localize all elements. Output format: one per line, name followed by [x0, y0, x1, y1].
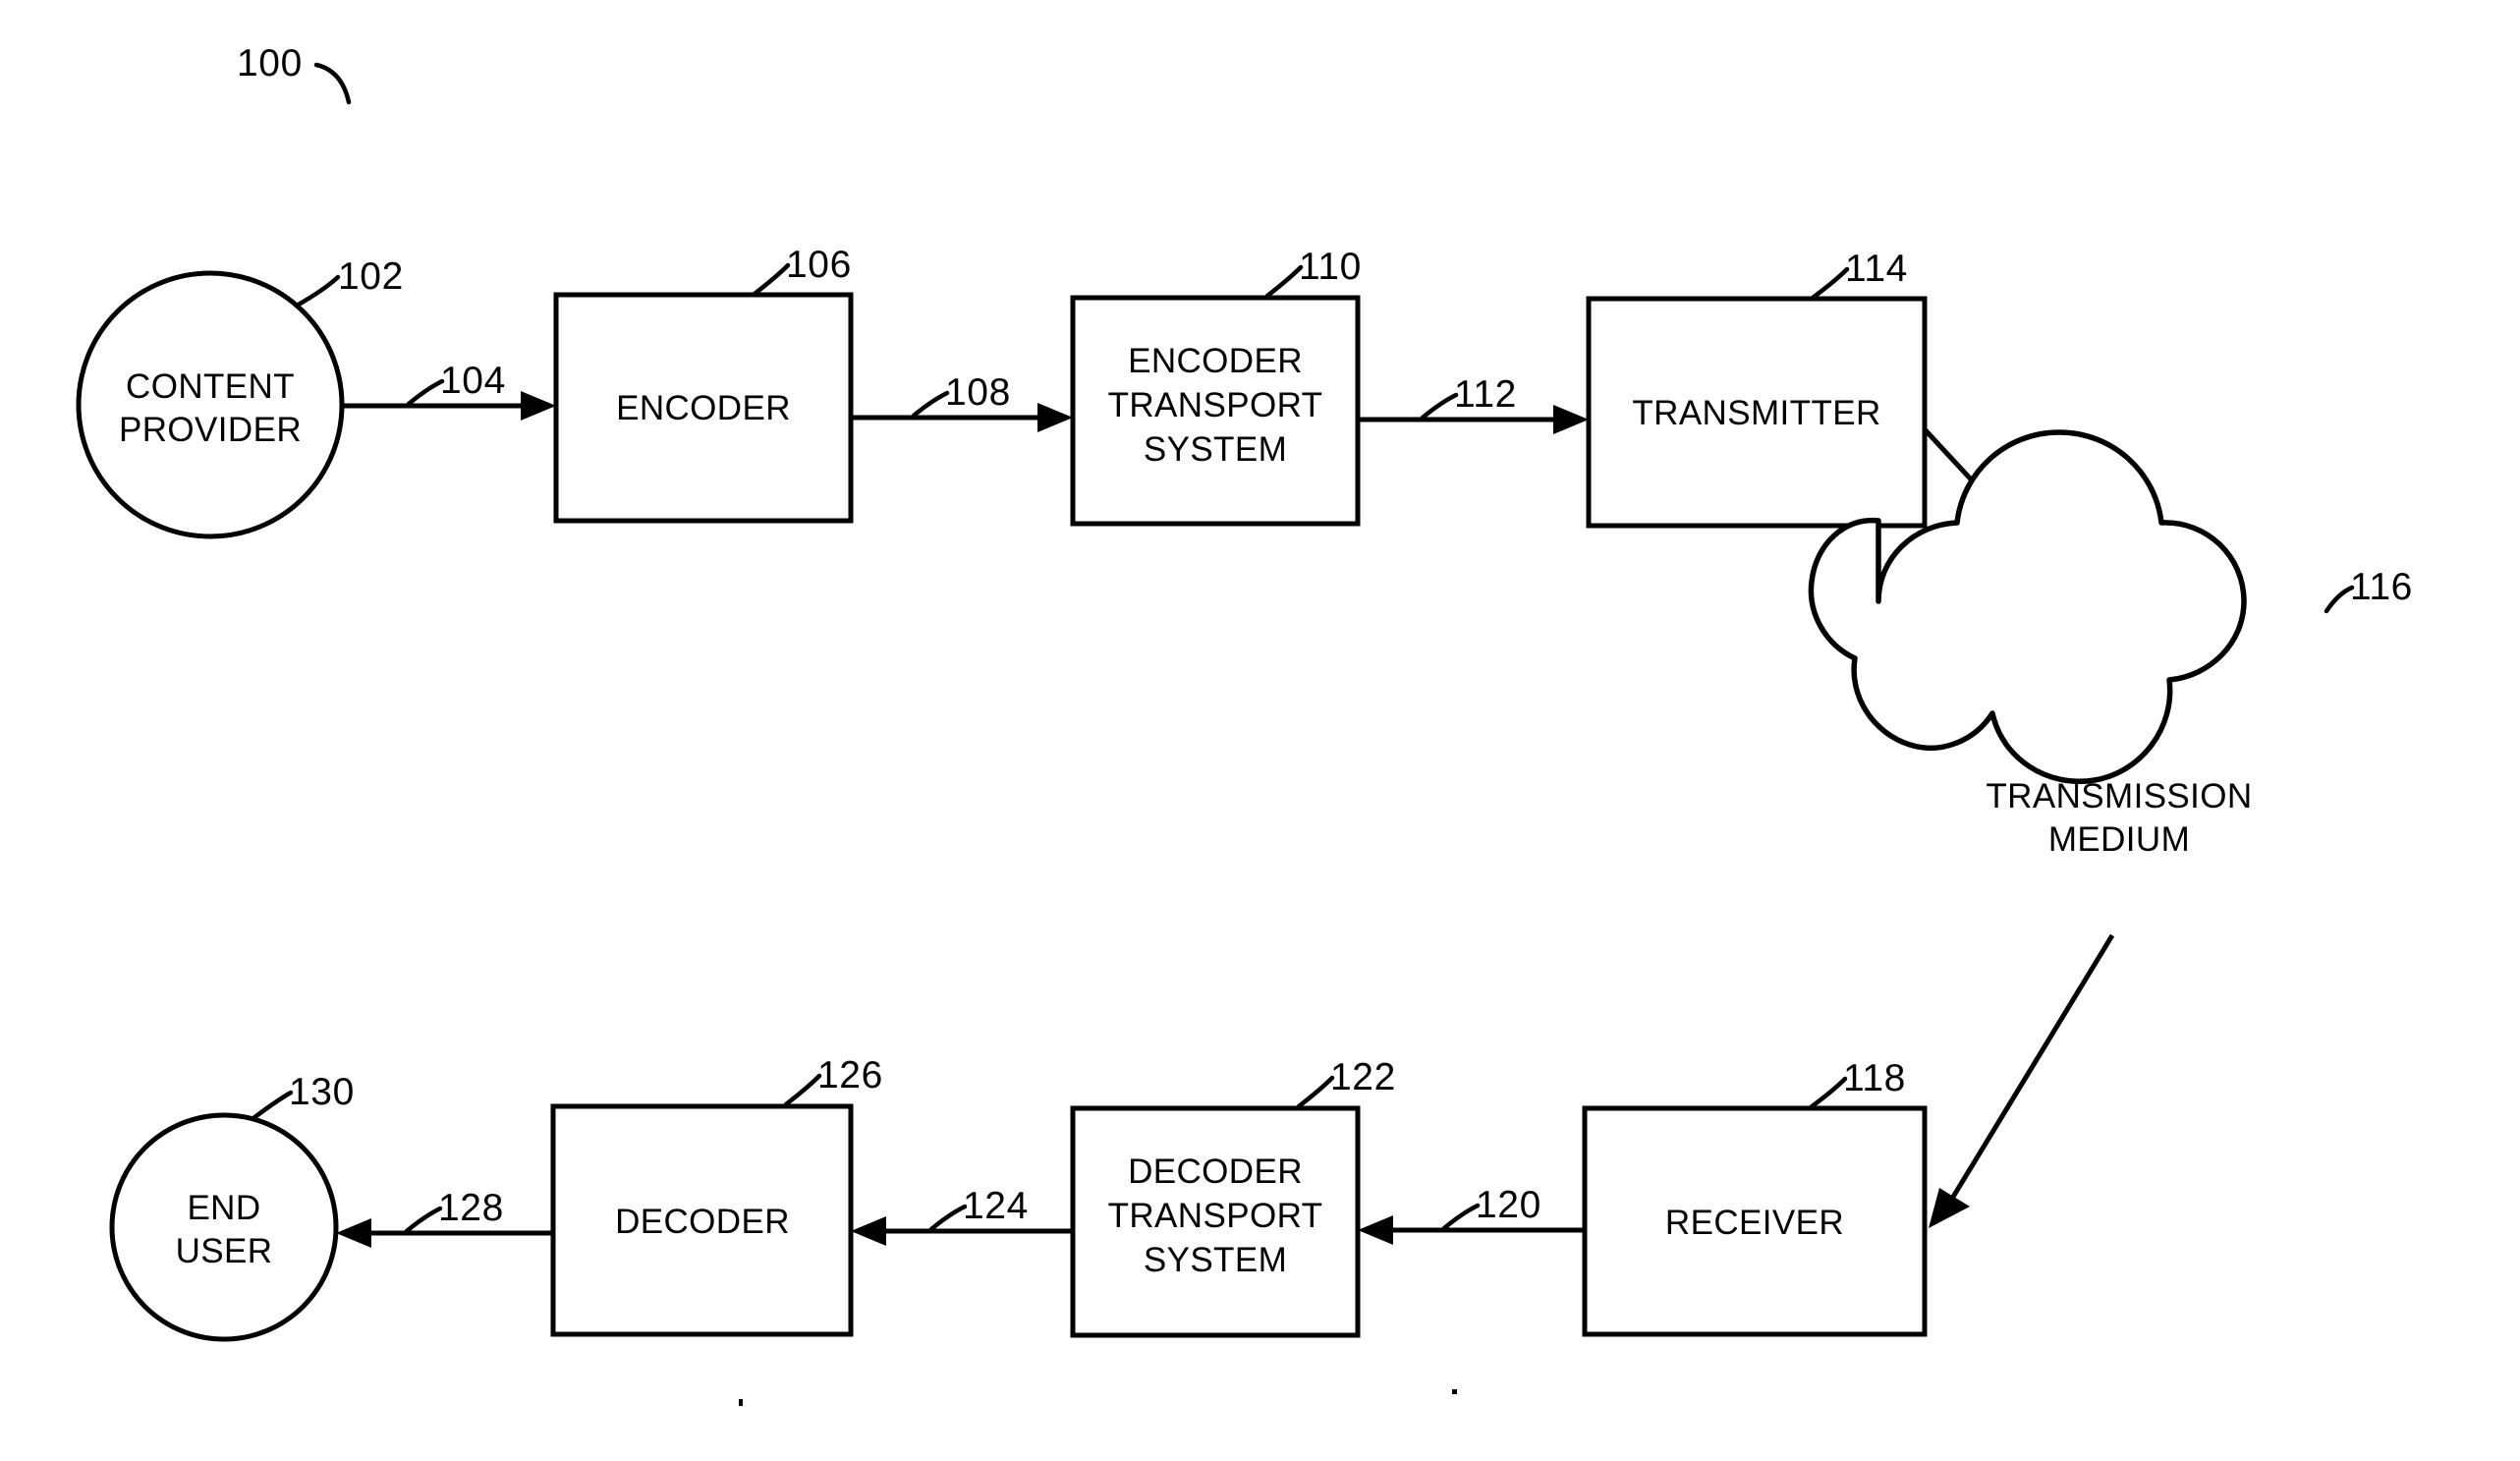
end-user-circle[interactable] — [109, 1112, 339, 1342]
scan-artifact-dot-right — [1452, 1389, 1457, 1394]
ref-110-text: 110 — [1299, 246, 1362, 288]
connector-112-arrowhead — [1553, 405, 1589, 434]
ref-120-text: 120 — [1476, 1184, 1541, 1226]
ref-102-text: 102 — [338, 255, 404, 298]
ref-126-text: 126 — [817, 1054, 883, 1096]
ref-130-leader — [251, 1090, 294, 1121]
ref-112-text: 112 — [1454, 373, 1517, 416]
ref-106-group: 106 — [752, 244, 852, 297]
ref-112-leader — [1420, 392, 1459, 421]
ets-label-line2: TRANSPORT — [1108, 386, 1323, 424]
ref-106-leader — [752, 262, 791, 297]
ref-124-text: 124 — [963, 1185, 1029, 1227]
diagram-canvas: 100 CONTENT PROVIDER 102 104 ENCODER 106… — [76, 42, 2413, 1406]
ref-104-leader — [406, 378, 445, 407]
connector-ets-to-transmitter: 112 — [1358, 373, 1589, 434]
ets-label-line3: SYSTEM — [1144, 430, 1287, 469]
connector-receiver-to-dts: 120 — [1358, 1184, 1585, 1245]
ref-106-text: 106 — [786, 244, 852, 286]
connector-medium-receiver-line — [1944, 933, 2115, 1208]
connector-120-arrowhead — [1358, 1215, 1393, 1245]
end-user-label-line2: USER — [176, 1232, 273, 1270]
ref-110-leader — [1264, 264, 1304, 299]
connector-dts-to-decoder: 124 — [851, 1185, 1073, 1246]
transmitter-label-line1: TRANSMITTER — [1632, 394, 1880, 432]
ref-120-leader — [1441, 1203, 1481, 1231]
ref-124-leader — [928, 1204, 968, 1232]
node-end-user[interactable]: END USER — [109, 1112, 339, 1342]
content-provider-label-line2: PROVIDER — [119, 411, 302, 449]
ref-104-text: 104 — [440, 360, 506, 402]
ref-122-leader — [1296, 1075, 1335, 1109]
figure-number-group: 100 — [237, 42, 352, 105]
dts-label-line3: SYSTEM — [1144, 1241, 1287, 1279]
ref-122-group: 122 — [1296, 1056, 1396, 1109]
node-transmitter[interactable]: TRANSMITTER — [1586, 296, 1928, 529]
node-encoder-transport-system[interactable]: ENCODER TRANSPORT SYSTEM — [1070, 295, 1361, 527]
connector-medium-to-receiver — [1929, 933, 2115, 1228]
connector-124-arrowhead — [851, 1216, 886, 1246]
ref-128-leader — [404, 1206, 443, 1234]
node-decoder-transport-system[interactable]: DECODER TRANSPORT SYSTEM — [1070, 1105, 1361, 1338]
ref-108-text: 108 — [945, 371, 1011, 414]
ref-108-leader — [911, 390, 950, 419]
ref-130-text: 130 — [289, 1071, 355, 1113]
ref-114-text: 114 — [1845, 248, 1908, 290]
connector-encoder-to-ets: 108 — [851, 371, 1073, 432]
ref-110-group: 110 — [1264, 246, 1362, 299]
node-decoder[interactable]: DECODER — [550, 1103, 854, 1337]
dts-label-line1: DECODER — [1128, 1152, 1303, 1191]
transmission-medium-label-line1: TRANSMISSION — [1986, 777, 2252, 815]
connector-medium-receiver-arrowhead — [1929, 1188, 1970, 1228]
ref-116-group: 116 — [2324, 566, 2413, 614]
node-encoder[interactable]: ENCODER — [553, 292, 854, 524]
scan-artifact-dot-left — [739, 1399, 743, 1406]
ref-126-group: 126 — [783, 1054, 883, 1107]
ref-116-text: 116 — [2350, 566, 2413, 608]
connector-128-arrowhead — [336, 1218, 371, 1248]
ref-102-group: 102 — [294, 255, 404, 309]
ref-116-leader — [2324, 585, 2355, 614]
ref-118-group: 118 — [1808, 1057, 1906, 1110]
content-provider-label-line1: CONTENT — [126, 367, 295, 406]
receiver-label-line1: RECEIVER — [1665, 1204, 1844, 1242]
ref-114-leader — [1810, 266, 1850, 301]
connector-decoder-to-end-user: 128 — [336, 1187, 553, 1248]
patent-figure-diagram: 100 CONTENT PROVIDER 102 104 ENCODER 106… — [0, 0, 2520, 1461]
decoder-label-line1: DECODER — [615, 1203, 790, 1241]
node-content-provider[interactable]: CONTENT PROVIDER — [76, 270, 345, 539]
ref-114-group: 114 — [1810, 248, 1908, 301]
dts-label-line2: TRANSPORT — [1108, 1197, 1323, 1235]
connector-provider-to-encoder: 104 — [340, 360, 556, 421]
ref-126-leader — [783, 1073, 822, 1107]
connector-104-arrowhead — [521, 391, 556, 421]
connector-108-arrowhead — [1037, 403, 1073, 432]
encoder-label-line1: ENCODER — [616, 389, 791, 427]
figure-number-leader — [313, 62, 352, 105]
ref-122-text: 122 — [1330, 1056, 1396, 1098]
figure-number-text: 100 — [237, 42, 303, 84]
ref-128-text: 128 — [438, 1187, 504, 1229]
ref-130-group: 130 — [251, 1071, 355, 1121]
ref-118-leader — [1808, 1076, 1848, 1110]
ref-118-text: 118 — [1843, 1057, 1906, 1099]
node-receiver[interactable]: RECEIVER — [1582, 1105, 1928, 1337]
ref-102-leader — [294, 274, 341, 309]
end-user-label-line1: END — [187, 1189, 260, 1227]
ets-label-line1: ENCODER — [1128, 342, 1303, 380]
transmission-medium-label-line2: MEDIUM — [2048, 820, 2190, 859]
